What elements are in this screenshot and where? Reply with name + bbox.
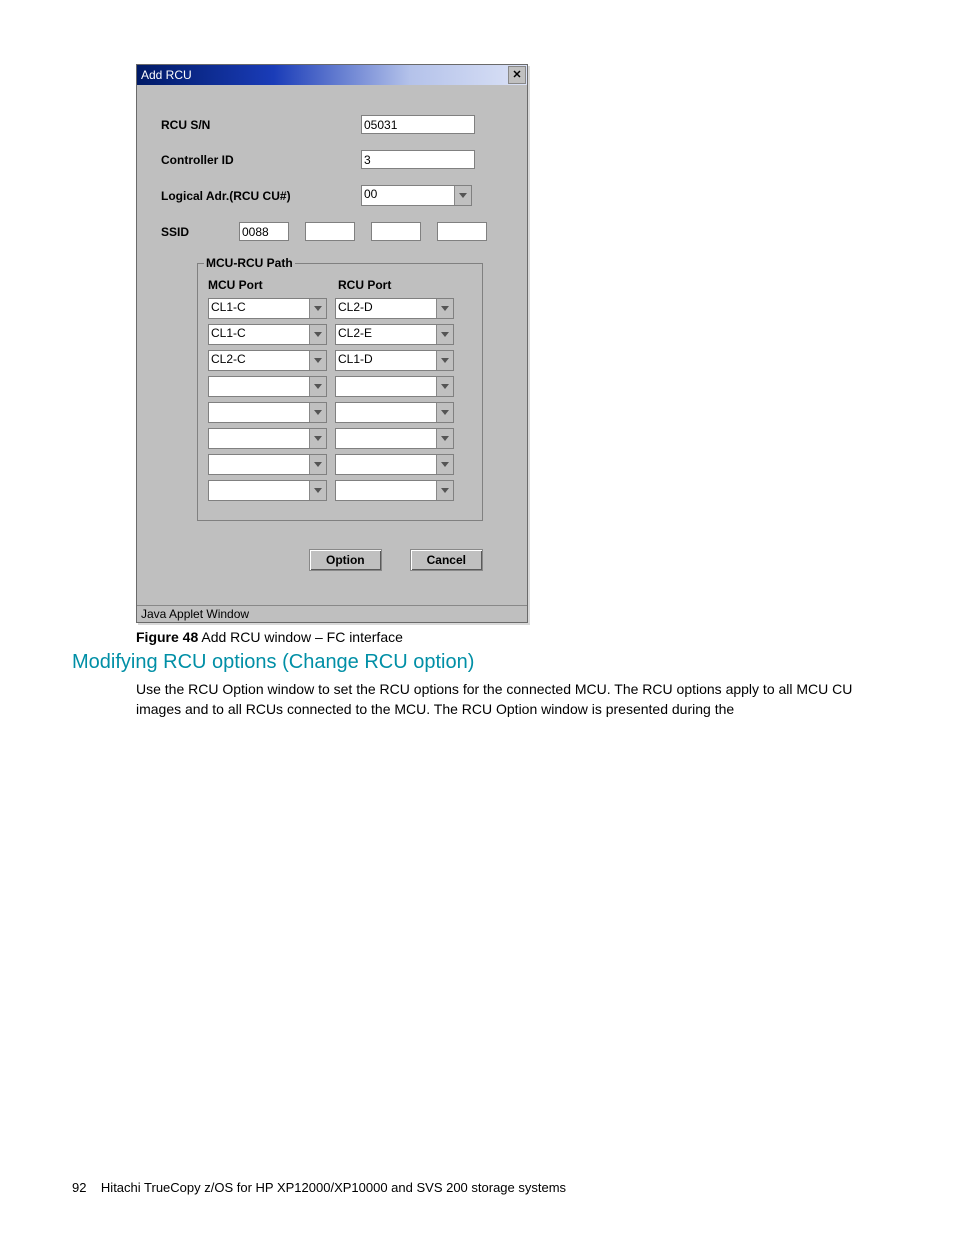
rcu-port-combo[interactable] [335, 402, 454, 423]
dialog-title: Add RCU [141, 68, 192, 82]
mcu-port-value [209, 429, 309, 448]
mcu-port-combo[interactable] [208, 480, 327, 501]
mcu-port-value: CL1-C [209, 299, 309, 318]
mcu-port-combo[interactable]: CL1-C [208, 298, 327, 319]
footer-text: Hitachi TrueCopy z/OS for HP XP12000/XP1… [101, 1180, 566, 1195]
figure-caption: Figure 48 Add RCU window – FC interface [136, 629, 882, 645]
rcu-port-value: CL2-E [336, 325, 436, 344]
rcu-port-combo[interactable]: CL1-D [335, 350, 454, 371]
chevron-down-icon[interactable] [436, 455, 453, 474]
figure-label: Figure 48 [136, 629, 198, 645]
figure-text: Add RCU window – FC interface [198, 629, 403, 645]
ssid-input-1[interactable] [305, 222, 355, 241]
chevron-down-icon[interactable] [309, 299, 326, 318]
path-row [208, 454, 472, 475]
rcu-sn-input[interactable] [361, 115, 475, 134]
rcu-port-header: RCU Port [338, 278, 391, 292]
logical-adr-label: Logical Adr.(RCU CU#) [161, 189, 361, 203]
page-footer: 92 Hitachi TrueCopy z/OS for HP XP12000/… [72, 1180, 566, 1195]
mcu-port-value: CL1-C [209, 325, 309, 344]
chevron-down-icon[interactable] [436, 481, 453, 500]
rcu-port-value: CL2-D [336, 299, 436, 318]
mcu-port-value [209, 377, 309, 396]
rcu-port-combo[interactable]: CL2-E [335, 324, 454, 345]
titlebar[interactable]: Add RCU ✕ [137, 65, 527, 85]
chevron-down-icon[interactable] [436, 299, 453, 318]
ssid-label: SSID [161, 225, 239, 239]
chevron-down-icon[interactable] [436, 325, 453, 344]
chevron-down-icon[interactable] [436, 403, 453, 422]
controller-id-input[interactable] [361, 150, 475, 169]
mcu-port-combo[interactable]: CL1-C [208, 324, 327, 345]
chevron-down-icon[interactable] [436, 429, 453, 448]
mcu-port-header: MCU Port [208, 278, 338, 292]
chevron-down-icon[interactable] [454, 186, 471, 205]
path-row: CL1-C CL2-D [208, 298, 472, 319]
chevron-down-icon[interactable] [309, 377, 326, 396]
path-row [208, 402, 472, 423]
cancel-button[interactable]: Cancel [410, 549, 483, 571]
chevron-down-icon[interactable] [309, 481, 326, 500]
status-bar: Java Applet Window [137, 605, 527, 622]
path-row: CL1-C CL2-E [208, 324, 472, 345]
rcu-port-combo[interactable] [335, 428, 454, 449]
controller-id-label: Controller ID [161, 153, 361, 167]
ssid-input-0[interactable] [239, 222, 289, 241]
section-heading: Modifying RCU options (Change RCU option… [72, 651, 882, 674]
ssid-input-3[interactable] [437, 222, 487, 241]
path-legend: MCU-RCU Path [204, 256, 295, 270]
close-icon[interactable]: ✕ [508, 66, 526, 84]
mcu-rcu-path-group: MCU-RCU Path MCU Port RCU Port CL1-CCL2-… [197, 263, 483, 521]
add-rcu-dialog: Add RCU ✕ RCU S/N Controller ID Logical … [136, 64, 528, 623]
rcu-sn-label: RCU S/N [161, 118, 361, 132]
rcu-port-combo[interactable] [335, 480, 454, 501]
body-paragraph: Use the RCU Option window to set the RCU… [136, 680, 882, 719]
chevron-down-icon[interactable] [309, 455, 326, 474]
page-number: 92 [72, 1180, 86, 1195]
mcu-port-combo[interactable] [208, 454, 327, 475]
path-row [208, 480, 472, 501]
ssid-input-2[interactable] [371, 222, 421, 241]
chevron-down-icon[interactable] [309, 429, 326, 448]
mcu-port-value [209, 455, 309, 474]
rcu-port-value [336, 377, 436, 396]
mcu-port-combo[interactable] [208, 428, 327, 449]
rcu-port-combo[interactable] [335, 376, 454, 397]
mcu-port-value [209, 403, 309, 422]
rcu-port-value: CL1-D [336, 351, 436, 370]
rcu-port-value [336, 403, 436, 422]
mcu-port-combo[interactable] [208, 376, 327, 397]
logical-adr-combo[interactable]: 00 [361, 185, 472, 206]
chevron-down-icon[interactable] [309, 351, 326, 370]
chevron-down-icon[interactable] [436, 377, 453, 396]
rcu-port-combo[interactable]: CL2-D [335, 298, 454, 319]
chevron-down-icon[interactable] [309, 325, 326, 344]
rcu-port-value [336, 481, 436, 500]
rcu-port-value [336, 455, 436, 474]
path-row: CL2-C CL1-D [208, 350, 472, 371]
rcu-port-combo[interactable] [335, 454, 454, 475]
chevron-down-icon[interactable] [436, 351, 453, 370]
mcu-port-combo[interactable]: CL2-C [208, 350, 327, 371]
logical-adr-value: 00 [362, 186, 454, 205]
mcu-port-value [209, 481, 309, 500]
rcu-port-value [336, 429, 436, 448]
chevron-down-icon[interactable] [309, 403, 326, 422]
option-button[interactable]: Option [309, 549, 382, 571]
mcu-port-combo[interactable] [208, 402, 327, 423]
mcu-port-value: CL2-C [209, 351, 309, 370]
path-row [208, 428, 472, 449]
path-row [208, 376, 472, 397]
